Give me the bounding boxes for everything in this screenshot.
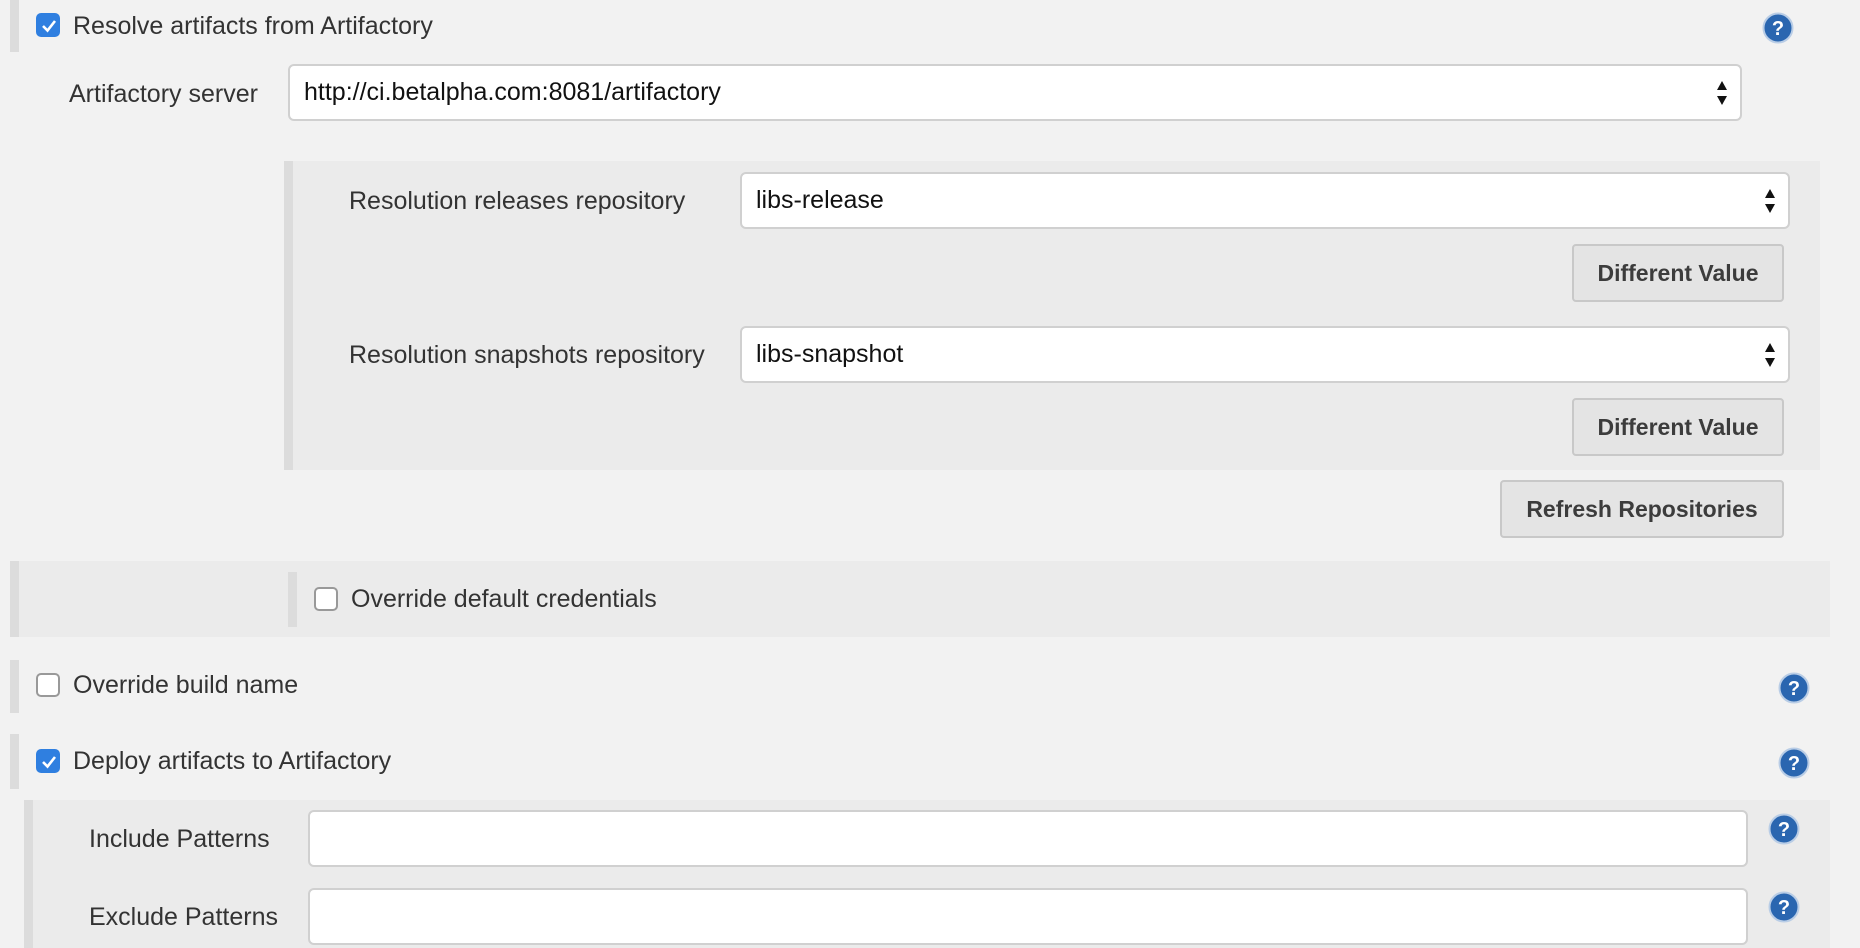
override-build-name-checkbox[interactable] [36,673,60,697]
include-patterns-input[interactable] [308,810,1748,867]
include-patterns-label: Include Patterns [89,825,270,853]
svg-text:?: ? [1788,753,1800,775]
help-icon[interactable]: ? [1778,747,1810,779]
releases-repository-value: libs-release [756,186,884,214]
artifactory-server-select[interactable]: http://ci.betalpha.com:8081/artifactory [288,64,1742,121]
help-icon[interactable]: ? [1778,672,1810,704]
help-icon[interactable]: ? [1762,12,1794,44]
snapshots-repository-label: Resolution snapshots repository [349,341,705,369]
select-arrows-icon [1717,81,1727,105]
override-build-name-bar [10,660,19,713]
resolve-artifacts-checkbox[interactable] [36,13,60,37]
credentials-section [10,561,1830,637]
override-credentials-checkbox[interactable] [314,587,338,611]
deploy-section-bar [10,734,19,789]
refresh-repositories-button[interactable]: Refresh Repositories [1500,480,1784,538]
resolve-section-bar [10,0,19,52]
different-value-button-releases[interactable]: Different Value [1572,244,1784,302]
svg-text:?: ? [1788,678,1800,700]
checkmark-icon [42,20,57,33]
snapshots-repository-value: libs-snapshot [756,340,904,368]
exclude-patterns-label: Exclude Patterns [89,903,278,931]
deploy-artifacts-checkbox[interactable] [36,749,60,773]
credentials-subbar [288,572,297,627]
artifactory-server-value: http://ci.betalpha.com:8081/artifactory [304,78,721,106]
resolve-artifacts-label: Resolve artifacts from Artifactory [73,12,433,40]
exclude-patterns-input[interactable] [308,888,1748,945]
select-arrows-icon [1765,189,1775,213]
override-build-name-label: Override build name [73,671,299,699]
different-value-button-snapshots[interactable]: Different Value [1572,398,1784,456]
releases-repository-label: Resolution releases repository [349,187,686,215]
select-arrows-icon [1765,343,1775,367]
svg-text:?: ? [1778,897,1790,919]
svg-text:?: ? [1772,18,1784,40]
help-icon[interactable]: ? [1768,813,1800,845]
releases-repository-select[interactable]: libs-release [740,172,1790,229]
artifactory-server-label: Artifactory server [69,80,258,108]
deploy-artifacts-label: Deploy artifacts to Artifactory [73,747,392,775]
snapshots-repository-select[interactable]: libs-snapshot [740,326,1790,383]
override-credentials-label: Override default credentials [351,585,657,613]
help-icon[interactable]: ? [1768,891,1800,923]
checkmark-icon [42,756,57,769]
svg-text:?: ? [1778,819,1790,841]
